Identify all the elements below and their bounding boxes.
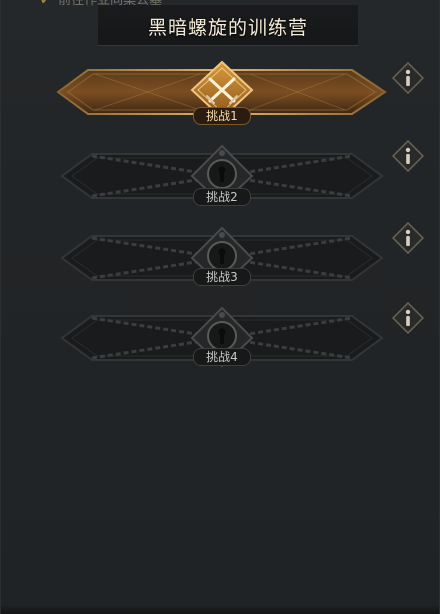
- info-icon: [391, 221, 425, 255]
- info-icon: [391, 139, 425, 173]
- page-title: 黑暗螺旋的训练营: [147, 17, 308, 39]
- challenge-banner-locked[interactable]: [0, 302, 440, 378]
- training-camp-panel: ✔ 前往作业同案公墓 黑暗螺旋的训练营 挑战1 挑战2 挑战3 挑战4: [0, 0, 440, 614]
- challenge-label-4: 挑战4: [193, 348, 251, 366]
- info-button-4[interactable]: [391, 301, 425, 335]
- challenge-row-4[interactable]: 挑战4: [0, 301, 440, 378]
- challenge-label-2: 挑战2: [193, 188, 251, 206]
- challenge-label-1: 挑战1: [193, 107, 251, 125]
- info-button-3[interactable]: [391, 221, 425, 255]
- panel-bottom-edge: [0, 606, 440, 614]
- challenge-row-1[interactable]: 挑战1: [0, 60, 440, 138]
- challenge-banner-locked[interactable]: [0, 222, 440, 298]
- challenge-banner-active[interactable]: [0, 60, 440, 138]
- challenge-label-3: 挑战3: [193, 268, 251, 286]
- challenge-row-3[interactable]: 挑战3: [0, 221, 440, 298]
- check-icon: ✔: [40, 0, 51, 8]
- info-button-1[interactable]: [391, 61, 425, 95]
- info-button-2[interactable]: [391, 139, 425, 173]
- info-icon: [391, 301, 425, 335]
- title-bar: 黑暗螺旋的训练营: [98, 5, 358, 46]
- info-icon: [391, 61, 425, 95]
- challenge-row-2[interactable]: 挑战2: [0, 139, 440, 216]
